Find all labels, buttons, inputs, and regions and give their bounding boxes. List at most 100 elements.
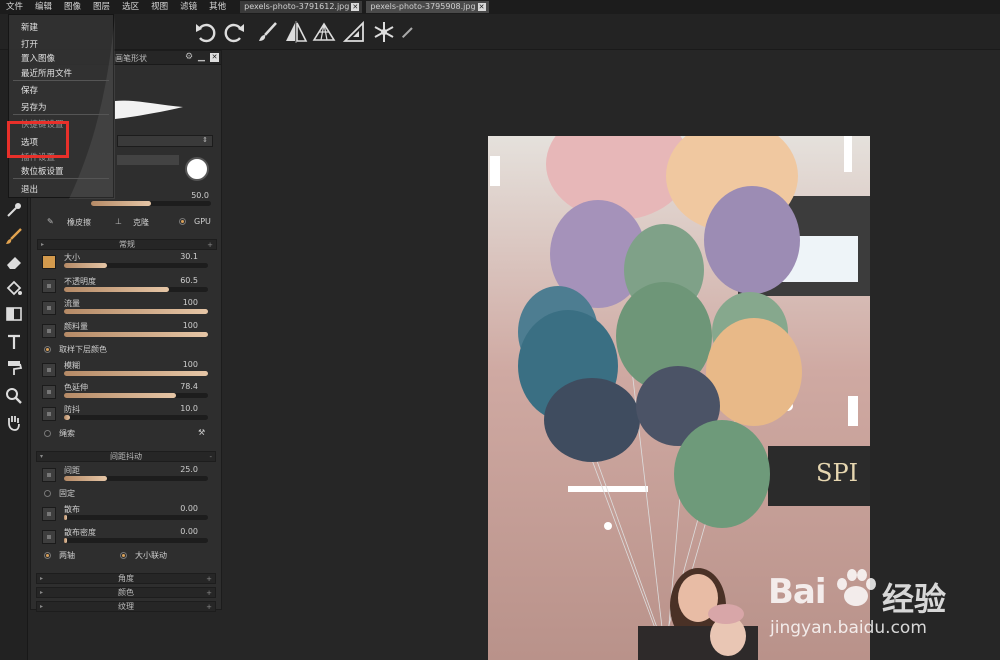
document-tab-2[interactable]: pexels-photo-3795908.jpg ✕ bbox=[366, 1, 489, 13]
menu-select[interactable]: 选区 bbox=[116, 0, 145, 14]
param-flow[interactable]: 流量 100 bbox=[38, 298, 208, 320]
axis-options: 两轴 大小联动 bbox=[44, 550, 214, 562]
document-tab-1[interactable]: pexels-photo-3791612.jpg ✕ bbox=[240, 1, 363, 13]
radio[interactable] bbox=[44, 430, 51, 437]
menu-other[interactable]: 其他 bbox=[203, 0, 232, 14]
radio[interactable] bbox=[44, 490, 51, 497]
brush-tool-icon[interactable] bbox=[256, 20, 280, 44]
paint-roller-icon[interactable] bbox=[4, 358, 24, 378]
param-label: 散布密度 bbox=[64, 528, 96, 537]
ruler-icon[interactable] bbox=[342, 20, 366, 44]
param-slider[interactable] bbox=[64, 515, 208, 520]
sample-below-label: 取样下层颜色 bbox=[59, 345, 107, 354]
menu-edit[interactable]: 编辑 bbox=[29, 0, 58, 14]
menu-image[interactable]: 图像 bbox=[58, 0, 87, 14]
section-texture[interactable]: ▸ 纹理 + bbox=[36, 601, 216, 612]
section-general[interactable]: ▸ 常规 + bbox=[37, 239, 217, 250]
store-sign: SPI bbox=[816, 459, 858, 487]
pressure-toggle[interactable] bbox=[42, 468, 56, 482]
close-icon[interactable]: ✕ bbox=[477, 3, 486, 11]
gear-icon[interactable]: ⚙ bbox=[185, 52, 193, 62]
menu-item-new[interactable]: 新建 bbox=[21, 21, 38, 33]
text-tool-icon[interactable] bbox=[4, 332, 24, 352]
pressure-toggle[interactable] bbox=[42, 255, 56, 269]
pressure-toggle[interactable] bbox=[42, 279, 56, 293]
param-slider[interactable] bbox=[64, 476, 208, 481]
menu-filter[interactable]: 滤镜 bbox=[174, 0, 203, 14]
brush-icon[interactable] bbox=[4, 226, 24, 246]
param-slider[interactable] bbox=[64, 263, 208, 268]
param-slider[interactable] bbox=[64, 538, 208, 543]
pressure-toggle[interactable] bbox=[42, 407, 56, 421]
pencil-small-icon[interactable] bbox=[400, 24, 416, 40]
param-color-extend[interactable]: 色延伸 78.4 bbox=[38, 382, 208, 404]
menu-item-place-image[interactable]: 置入图像 bbox=[21, 52, 55, 64]
eraser-icon[interactable] bbox=[4, 252, 24, 272]
brush-color-swatch[interactable] bbox=[185, 157, 209, 181]
size-link-option[interactable]: 大小联动 bbox=[120, 550, 167, 561]
hand-icon[interactable] bbox=[4, 412, 24, 432]
menu-file[interactable]: 文件 bbox=[0, 0, 29, 14]
symmetry-icon[interactable] bbox=[284, 20, 308, 44]
radio[interactable] bbox=[44, 552, 51, 559]
menu-item-open[interactable]: 打开 bbox=[21, 38, 38, 50]
param-slider[interactable] bbox=[64, 415, 208, 420]
param-slider[interactable] bbox=[64, 393, 208, 398]
rope-option[interactable]: 绳索 ⚒ bbox=[44, 428, 214, 440]
undo-icon[interactable] bbox=[194, 20, 218, 44]
gpu-toggle[interactable]: GPU bbox=[179, 217, 211, 226]
param-label: 防抖 bbox=[64, 405, 80, 414]
param-slider[interactable] bbox=[64, 309, 208, 314]
param-stabilizer[interactable]: 防抖 10.0 bbox=[38, 404, 208, 426]
section-color[interactable]: ▸ 颜色 + bbox=[36, 587, 216, 598]
sample-below-option[interactable]: 取样下层颜色 bbox=[44, 344, 107, 356]
param-slider[interactable] bbox=[64, 287, 208, 292]
param-blur[interactable]: 模糊 100 bbox=[38, 360, 208, 382]
both-axes-label[interactable]: 两轴 bbox=[59, 551, 75, 560]
pressure-toggle[interactable] bbox=[42, 324, 56, 338]
section-toggle-icon: ▸ bbox=[40, 589, 44, 596]
section-jitter[interactable]: ▾ 间距抖动 - bbox=[36, 451, 216, 462]
eraser-mode-label[interactable]: 橡皮擦 bbox=[67, 217, 91, 228]
menu-view[interactable]: 视图 bbox=[145, 0, 174, 14]
minimize-icon[interactable]: ▁ bbox=[198, 52, 205, 62]
redo-icon[interactable] bbox=[222, 20, 246, 44]
param-paint-amount[interactable]: 颜料量 100 bbox=[38, 321, 208, 343]
fill-bucket-icon[interactable] bbox=[4, 278, 24, 298]
fixed-option[interactable]: 固定 bbox=[44, 488, 75, 500]
param-opacity[interactable]: 不透明度 60.5 bbox=[38, 276, 208, 298]
pressure-toggle[interactable] bbox=[42, 363, 56, 377]
radio[interactable] bbox=[120, 552, 127, 559]
snowflake-icon[interactable] bbox=[372, 20, 396, 44]
param-spacing[interactable]: 间距 25.0 bbox=[38, 465, 208, 487]
close-icon[interactable]: ✕ bbox=[210, 53, 219, 62]
menu-layer[interactable]: 图层 bbox=[87, 0, 116, 14]
param-size[interactable]: 大小 30.1 bbox=[38, 252, 208, 274]
wrench-icon[interactable]: ⚒ bbox=[198, 428, 205, 437]
close-icon[interactable]: ✕ bbox=[351, 3, 360, 11]
pressure-toggle[interactable] bbox=[42, 507, 56, 521]
param-scatter[interactable]: 散布 0.00 bbox=[38, 504, 208, 526]
menu-item-save-as[interactable]: 另存为 bbox=[21, 101, 47, 113]
pressure-toggle[interactable] bbox=[42, 530, 56, 544]
clone-mode-label[interactable]: 克隆 bbox=[133, 217, 149, 228]
pressure-toggle[interactable] bbox=[42, 385, 56, 399]
perspective-icon[interactable] bbox=[312, 20, 336, 44]
gradient-icon[interactable] bbox=[4, 304, 24, 324]
pressure-toggle[interactable] bbox=[42, 301, 56, 315]
radio[interactable] bbox=[44, 346, 51, 353]
param-slider[interactable] bbox=[64, 371, 208, 376]
menu-item-save[interactable]: 保存 bbox=[21, 84, 38, 96]
param-scatter-density[interactable]: 散布密度 0.00 bbox=[38, 527, 208, 549]
opacity-slider[interactable] bbox=[91, 201, 211, 206]
menu-item-tablet-settings[interactable]: 数位板设置 bbox=[21, 165, 64, 177]
brush-preset-select[interactable]: ⇕ bbox=[117, 135, 213, 147]
param-slider[interactable] bbox=[64, 332, 208, 337]
param-label: 色延伸 bbox=[64, 383, 88, 392]
section-angle[interactable]: ▸ 角度 + bbox=[36, 573, 216, 584]
slider-fill bbox=[64, 371, 208, 376]
menu-item-recent[interactable]: 最近所用文件 bbox=[21, 67, 72, 79]
menu-item-exit[interactable]: 退出 bbox=[21, 183, 38, 195]
zoom-icon[interactable] bbox=[4, 386, 24, 406]
eyedropper-icon[interactable] bbox=[4, 200, 24, 220]
